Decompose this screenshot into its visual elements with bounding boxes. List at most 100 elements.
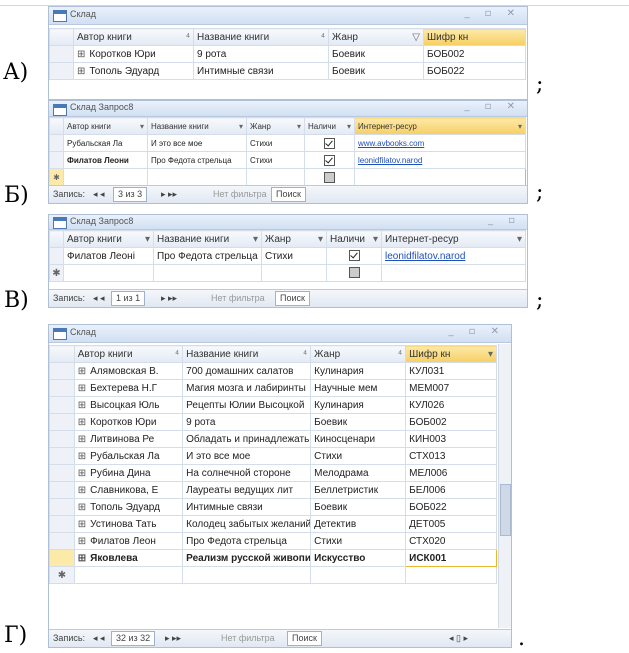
expand-icon[interactable]: ⊞ (78, 536, 86, 547)
nav-next-last-icon[interactable]: ▸ ▸▸ (161, 293, 177, 304)
expand-icon[interactable]: ⊞ (78, 553, 86, 564)
column-header[interactable]: Наличи ▾ (326, 230, 382, 248)
row-selector[interactable] (49, 549, 75, 567)
sort-arrow-icon[interactable]: ⁴ (175, 349, 179, 360)
new-record-row[interactable]: ✱ (49, 168, 526, 186)
expand-icon[interactable]: ⊞ (78, 366, 86, 377)
record-position[interactable]: 1 из 1 (111, 291, 146, 306)
chevron-down-icon[interactable]: ▾ (517, 234, 522, 245)
column-header[interactable]: Интернет-ресур ▾ (354, 117, 526, 135)
table-row[interactable]: ⊞ Славникова, Е Лауреаты ведущих лит Беллет… (49, 481, 497, 499)
expand-icon[interactable]: ⊞ (78, 502, 86, 513)
row-selector[interactable] (49, 45, 74, 63)
checkbox-icon[interactable] (324, 137, 335, 149)
new-record-row[interactable]: ✱ (49, 264, 526, 282)
row-selector[interactable] (49, 498, 75, 516)
row-selector[interactable] (49, 464, 75, 482)
table-row[interactable]: ⊞ Высоцкая Юль Рецепты Юлии Высоцкой Кулина… (49, 396, 497, 414)
column-header[interactable]: Шифр кн ▾ (405, 345, 497, 363)
sort-arrow-icon[interactable]: ⁴ (321, 32, 325, 43)
chevron-down-icon[interactable]: ▾ (347, 122, 351, 131)
table-row[interactable]: ⊞ Тополь Эдуард Интимные связи Боевик БОБ… (49, 62, 526, 80)
filter-status[interactable]: Нет фильтра (213, 189, 267, 199)
column-header[interactable]: Название книги ⁴ (182, 345, 312, 363)
nav-first-prev-icon[interactable]: ◂ ◂ (93, 189, 105, 200)
sort-arrow-icon[interactable]: ⁴ (303, 349, 307, 360)
column-header[interactable]: Жанр ▽ (328, 28, 424, 46)
nav-next-last-icon[interactable]: ▸ ▸▸ (165, 633, 181, 644)
scroll-thumb[interactable] (500, 484, 511, 536)
record-position[interactable]: 3 из 3 (113, 187, 148, 202)
chevron-down-icon[interactable]: ▾ (518, 122, 522, 131)
table-row[interactable]: ⊞ Бехтерева Н.Г Магия мозга и лабиринты Нау… (49, 379, 497, 397)
table-row[interactable]: ⊞ Рубальская Ла И это все мое Стихи СТХ013 (49, 447, 497, 465)
checkbox-icon[interactable] (348, 250, 360, 262)
sort-arrow-icon[interactable]: ⁴ (186, 32, 190, 43)
filter-status[interactable]: Нет фильтра (211, 293, 265, 303)
chevron-down-icon[interactable]: ▾ (145, 234, 150, 245)
column-header[interactable]: Жанр ▾ (261, 230, 327, 248)
table-row[interactable]: ⊞ Яковлева Реализм русской живописи Искусст… (49, 549, 497, 567)
select-all-cell[interactable] (49, 117, 64, 135)
hyperlink[interactable]: leonidfilatov.narod (385, 251, 465, 262)
chevron-down-icon[interactable]: ▾ (373, 234, 378, 245)
expand-icon[interactable]: ⊞ (78, 383, 86, 394)
select-all-cell[interactable] (49, 28, 74, 46)
row-selector[interactable] (49, 62, 74, 80)
chevron-down-icon[interactable]: ▾ (318, 234, 323, 245)
window-controls[interactable]: _ ▫ ✕ (464, 8, 521, 19)
column-header[interactable]: Автор книги ⁴ (73, 28, 194, 46)
record-position[interactable]: 32 из 32 (111, 631, 156, 646)
filter-status[interactable]: Нет фильтра (221, 633, 275, 643)
filter-icon[interactable]: ▽ (412, 32, 420, 43)
column-header[interactable]: Интернет-ресур ▾ (381, 230, 526, 248)
nav-first-prev-icon[interactable]: ◂ ◂ (93, 633, 105, 644)
new-record-icon[interactable]: ✱ (49, 264, 64, 282)
expand-icon[interactable]: ⊞ (78, 434, 86, 445)
hyperlink[interactable]: leonidfilatov.narod (358, 156, 422, 165)
row-selector[interactable] (49, 515, 75, 533)
search-input[interactable]: Поиск (271, 187, 306, 202)
horizontal-scroll-icon[interactable]: ◂ ▯ ▸ (449, 633, 468, 644)
column-header[interactable]: Автор книги ▾ (63, 117, 148, 135)
column-header[interactable]: Шифр кн (423, 28, 526, 46)
window-controls[interactable]: _ ▫ ✕ (448, 326, 505, 337)
chevron-down-icon[interactable]: ▾ (239, 122, 243, 131)
nav-first-prev-icon[interactable]: ◂ ◂ (93, 293, 105, 304)
column-header[interactable]: Автор книги ▾ (63, 230, 154, 248)
column-header[interactable]: Название книги ▾ (147, 117, 247, 135)
chevron-down-icon[interactable]: ▾ (140, 122, 144, 131)
new-record-icon[interactable]: ✱ (49, 566, 75, 584)
chevron-down-icon[interactable]: ▾ (488, 349, 493, 360)
table-row[interactable]: Филатов Леоні Про Федота стрельца Стихи … (49, 247, 526, 265)
column-header[interactable]: Название книги ▾ (153, 230, 262, 248)
row-selector[interactable] (49, 413, 75, 431)
chevron-down-icon[interactable]: ▾ (253, 234, 258, 245)
row-selector[interactable] (49, 430, 75, 448)
row-selector[interactable] (49, 247, 64, 265)
search-input[interactable]: Поиск (287, 631, 322, 646)
table-row[interactable]: ⊞ Коротков Юри 9 рота Боевик БОБ002 (49, 413, 497, 431)
table-row[interactable]: ⊞ Тополь Эдуард Интимные связи Боевик БОБ022 (49, 498, 497, 516)
column-header[interactable]: Жанр ⁴ (310, 345, 407, 363)
hyperlink[interactable]: www.avbooks.com (358, 139, 424, 148)
row-selector[interactable] (49, 151, 64, 169)
sort-arrow-icon[interactable]: ⁴ (398, 349, 402, 360)
table-row[interactable]: ⊞ Литвинова Ре Обладать и принадлежать Кино… (49, 430, 497, 448)
row-selector[interactable] (49, 396, 75, 414)
expand-icon[interactable]: ⊞ (78, 417, 86, 428)
search-input[interactable]: Поиск (275, 291, 310, 306)
expand-icon[interactable]: ⊞ (77, 49, 85, 60)
vertical-scrollbar[interactable] (498, 344, 511, 628)
row-selector[interactable] (49, 379, 75, 397)
select-all-cell[interactable] (49, 230, 64, 248)
column-header[interactable]: Жанр ▾ (246, 117, 305, 135)
expand-icon[interactable]: ⊞ (78, 485, 86, 496)
checkbox-icon[interactable] (324, 154, 335, 166)
row-selector[interactable] (49, 532, 75, 550)
expand-icon[interactable]: ⊞ (78, 519, 86, 530)
nav-next-last-icon[interactable]: ▸ ▸▸ (161, 189, 177, 200)
column-header[interactable]: Наличи ▾ (304, 117, 355, 135)
table-row[interactable]: ⊞ Алямовская В. 700 домашних салатов Кулина… (49, 362, 497, 380)
new-record-row[interactable]: ✱ (49, 566, 497, 584)
